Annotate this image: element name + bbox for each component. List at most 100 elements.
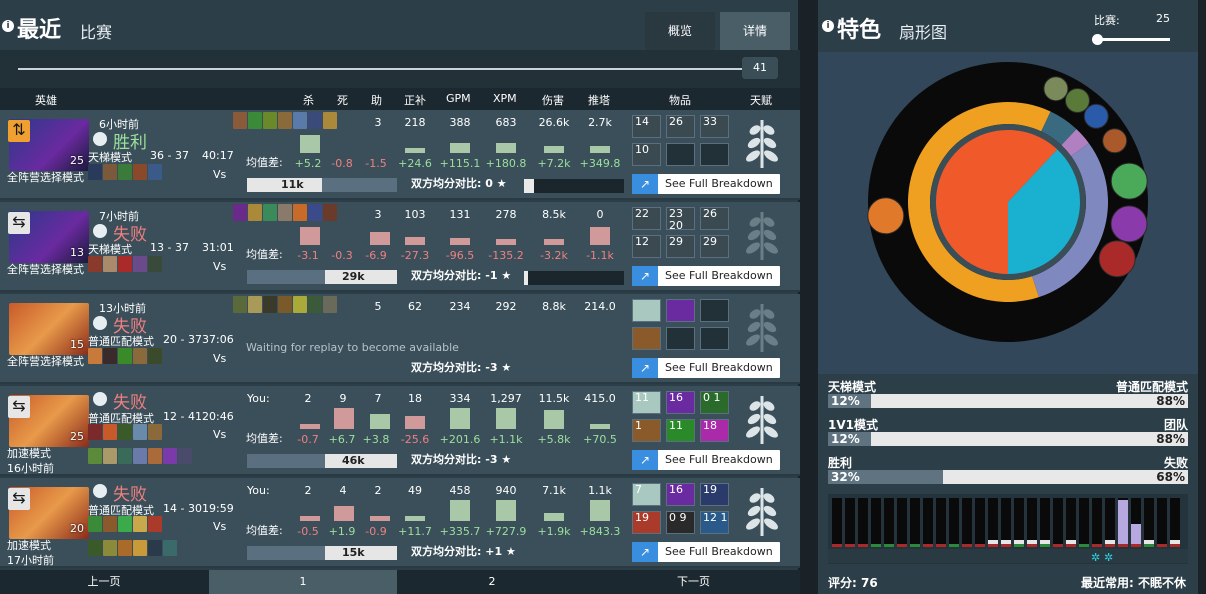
score-value: 76 — [861, 576, 878, 590]
history-bar-bg — [1027, 498, 1037, 544]
item-slot[interactable]: 26 — [700, 207, 729, 230]
item-slot[interactable]: 0 1 — [700, 391, 729, 414]
item-slot[interactable]: 7 — [632, 483, 661, 506]
info-icon[interactable]: i — [822, 20, 834, 32]
damage-bar — [544, 146, 564, 153]
history-bar-bg — [897, 498, 907, 544]
item-slot[interactable]: 19 — [700, 483, 729, 506]
score-label: 评分: — [828, 576, 857, 590]
item-slot[interactable]: 33 — [700, 115, 729, 138]
item-slot[interactable]: 12 1 — [700, 511, 729, 534]
match-row[interactable]: ⇆ 13 全阵营选择模式 7小时前 失败 天梯模式 13 - 37 31:01 … — [0, 202, 800, 292]
compare-bar — [524, 179, 624, 193]
talent-tree-icon[interactable] — [742, 484, 782, 538]
compare-value: -1 — [485, 269, 498, 282]
assists-value: 7 — [374, 392, 382, 405]
last-hits-value: 49 — [408, 484, 422, 497]
item-slot[interactable]: 14 — [632, 115, 661, 138]
item-slot[interactable]: 12 — [632, 235, 661, 258]
item-slot[interactable]: 11 — [632, 391, 661, 414]
avg-label: 均值差: — [246, 248, 283, 261]
hero-pie-icon — [1043, 76, 1069, 102]
party-icon — [93, 484, 107, 498]
see-full-breakdown-button[interactable]: ↗ See Full Breakdown — [632, 450, 780, 470]
towers-bar — [590, 227, 610, 245]
hero-pie-icon — [1064, 87, 1090, 113]
col-deaths: 死 — [337, 94, 348, 107]
lobby-type: 普通匹配模式 — [88, 335, 154, 348]
item-slot[interactable]: 16 — [666, 391, 695, 414]
history-outcome-strip — [832, 544, 842, 547]
bar-left-pct: 32% — [831, 470, 860, 484]
matches-count-slider[interactable] — [1098, 38, 1170, 41]
bar-right-label: 普通匹配模式 — [1115, 380, 1188, 394]
match-row[interactable]: ⇆ 25 加速模式 16小时前 失败 普通匹配模式 12 - 41 20:46 … — [0, 386, 800, 476]
match-row[interactable]: ⇅ 25 全阵营选择模式 6小时前 胜利 天梯模式 36 - 37 40:17 … — [0, 110, 800, 200]
item-slot[interactable] — [632, 327, 661, 350]
bar-left-pct: 12% — [831, 432, 860, 446]
vs-label: Vs — [213, 428, 227, 441]
history-outcome-strip — [1092, 544, 1102, 547]
bar-right-label: 团队 — [1163, 418, 1188, 432]
see-full-breakdown-button[interactable]: ↗ See Full Breakdown — [632, 266, 780, 286]
match-duration: 19:59 — [202, 502, 234, 515]
enemy-heroes — [233, 296, 378, 314]
history-outcome-strip — [949, 544, 959, 547]
item-slot[interactable]: 22 — [632, 207, 661, 230]
tab-overview[interactable]: 概览 — [645, 12, 715, 50]
history-bar-bg — [1170, 498, 1180, 544]
item-slot[interactable]: 29 — [700, 235, 729, 258]
enemy-heroes — [88, 448, 233, 466]
see-full-breakdown-button[interactable]: ↗ See Full Breakdown — [632, 358, 780, 378]
see-full-label: See Full Breakdown — [665, 361, 773, 374]
talent-tree-icon[interactable] — [742, 300, 782, 354]
slider-track[interactable] — [18, 68, 742, 70]
lh-bar — [405, 516, 425, 521]
diff-lh: +11.7 — [398, 525, 432, 538]
item-slot[interactable]: 1 — [632, 419, 661, 442]
item-slot[interactable]: 29 — [666, 235, 695, 258]
item-slot[interactable] — [632, 299, 661, 322]
item-slot[interactable]: 10 — [632, 143, 661, 166]
diff-damage: +1.9k — [537, 525, 571, 538]
history-outcome-strip — [962, 544, 972, 547]
item-slot[interactable] — [666, 143, 695, 166]
item-slot[interactable]: 23 20 — [666, 207, 695, 232]
matches-slider[interactable]: 41 — [0, 50, 800, 88]
item-slot[interactable] — [700, 327, 729, 350]
page-2-button[interactable]: 2 — [398, 570, 586, 594]
item-slot[interactable] — [700, 143, 729, 166]
compare-bar — [524, 271, 624, 285]
diff-lh: -27.3 — [400, 249, 430, 262]
towers-bar — [590, 146, 610, 153]
talent-tree-icon[interactable] — [742, 208, 782, 262]
match-row[interactable]: 15 全阵营选择模式 13小时前 失败 普通匹配模式 20 - 37 37:06… — [0, 294, 800, 384]
next-page-button[interactable]: 下一页 — [587, 570, 800, 594]
slider-label: 比赛: — [1094, 14, 1120, 27]
item-slot[interactable] — [700, 299, 729, 322]
see-full-breakdown-button[interactable]: ↗ See Full Breakdown — [632, 542, 780, 562]
item-slot[interactable]: 19 — [632, 511, 661, 534]
match-row[interactable]: ⇆ 20 加速模式 17小时前 失败 普通匹配模式 14 - 30 19:59 … — [0, 478, 800, 568]
see-full-breakdown-button[interactable]: ↗ See Full Breakdown — [632, 174, 780, 194]
item-slot[interactable]: 11 — [666, 419, 695, 442]
page-1-button[interactable]: 1 — [209, 570, 397, 594]
hero-pie-icon — [867, 197, 905, 235]
info-icon[interactable]: i — [2, 20, 14, 32]
item-slot[interactable]: 18 — [700, 419, 729, 442]
gpm-bar — [450, 143, 470, 153]
diff-gpm: +335.7 — [439, 525, 481, 538]
item-slot[interactable]: 0 9 — [666, 511, 695, 534]
prev-page-button[interactable]: 上一页 — [0, 570, 208, 594]
slider-handle[interactable] — [1092, 34, 1103, 45]
item-slot[interactable]: 16 — [666, 483, 695, 506]
tab-details[interactable]: 详情 — [720, 12, 790, 50]
item-slot[interactable] — [666, 327, 695, 350]
item-slot[interactable] — [666, 299, 695, 322]
towers-value: 214.0 — [584, 300, 616, 313]
history-bar-bg — [1053, 498, 1063, 544]
talent-tree-icon[interactable] — [742, 392, 782, 446]
item-slot[interactable]: 26 — [666, 115, 695, 138]
talent-tree-icon[interactable] — [742, 116, 782, 170]
history-outcome-strip — [1014, 544, 1024, 547]
